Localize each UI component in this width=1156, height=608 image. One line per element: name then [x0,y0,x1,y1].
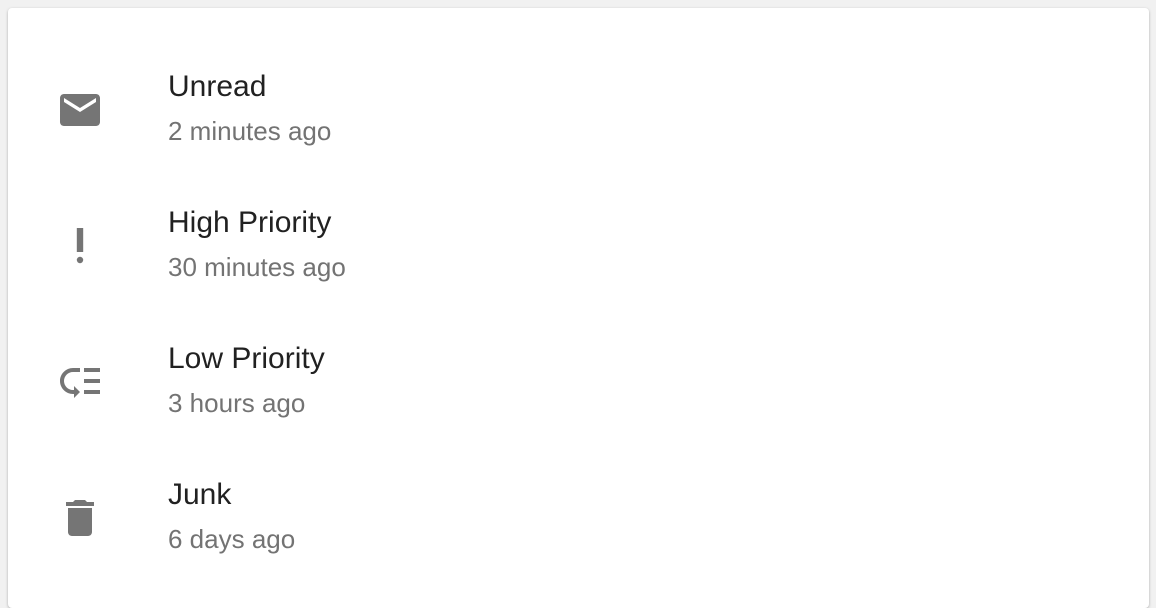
list-item-title: Junk [168,478,232,511]
list-item-timestamp: 6 days ago [168,524,296,554]
list-item-high-priority[interactable]: High Priority 30 minutes ago [8,182,1149,318]
mail-icon [52,82,108,138]
message-list: Unread 2 minutes ago High Priority 30 mi… [8,46,1149,590]
list-item-timestamp: 2 minutes ago [168,116,332,146]
list-item-text: High Priority 30 minutes ago [168,206,346,282]
list-card: Unread 2 minutes ago High Priority 30 mi… [8,8,1149,608]
list-item-text: Unread 2 minutes ago [168,70,331,146]
list-item-title: High Priority [168,206,332,239]
list-item-junk[interactable]: Junk 6 days ago [8,454,1149,590]
priority-high-icon [52,218,108,274]
list-item-unread[interactable]: Unread 2 minutes ago [8,46,1149,182]
delete-icon [52,490,108,546]
low-priority-icon [52,354,108,410]
list-item-text: Low Priority 3 hours ago [168,342,325,418]
list-item-title: Low Priority [168,342,325,375]
list-item-timestamp: 3 hours ago [168,388,306,418]
list-item-text: Junk 6 days ago [168,478,295,554]
list-item-low-priority[interactable]: Low Priority 3 hours ago [8,318,1149,454]
list-item-title: Unread [168,70,267,103]
list-item-timestamp: 30 minutes ago [168,252,346,282]
